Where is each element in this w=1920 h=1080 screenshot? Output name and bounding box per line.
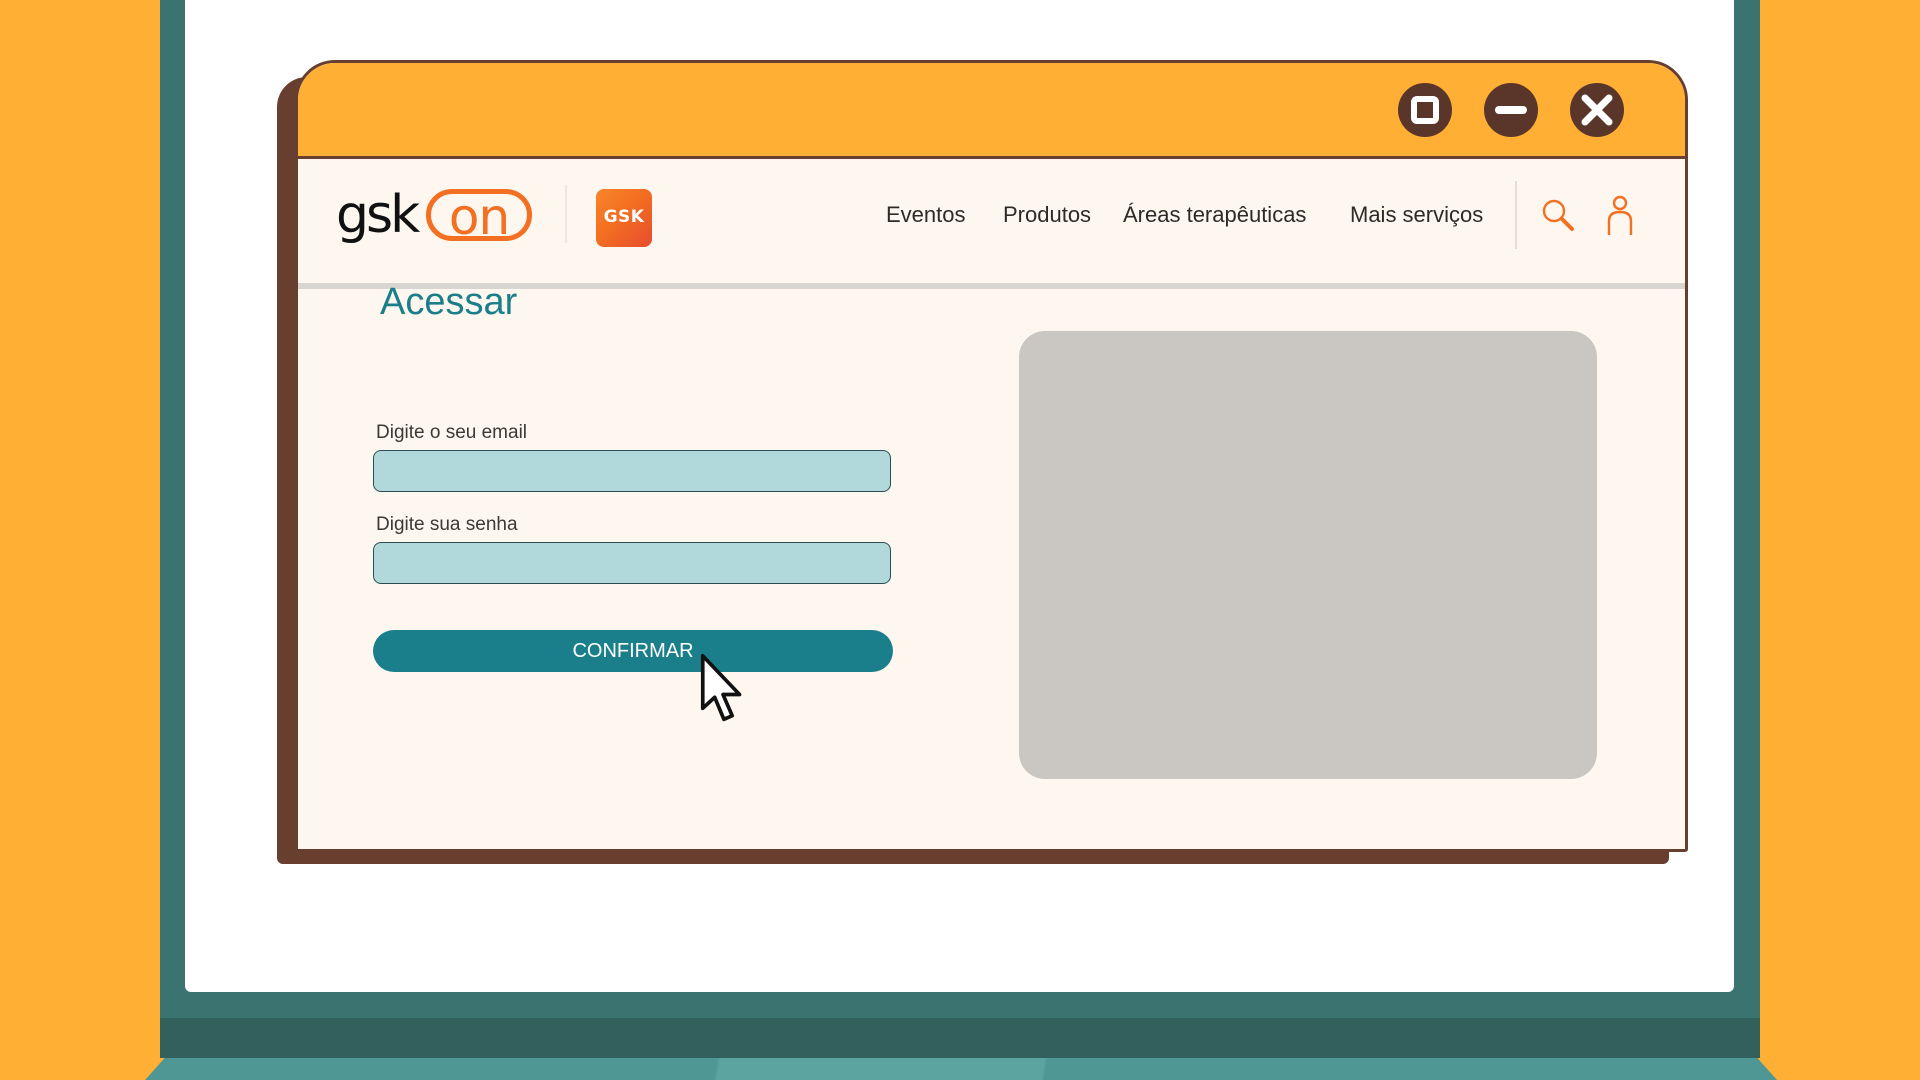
email-input[interactable] xyxy=(373,450,891,492)
content-area: Digite o seu email Digite sua senha CONF… xyxy=(295,60,1682,846)
confirm-button[interactable]: CONFIRMAR xyxy=(373,630,893,672)
password-input[interactable] xyxy=(373,542,891,584)
password-label: Digite sua senha xyxy=(376,514,518,535)
laptop-base xyxy=(145,1058,1777,1080)
image-placeholder xyxy=(1019,331,1597,779)
mouse-cursor-icon xyxy=(700,654,742,722)
laptop-hinge xyxy=(160,1018,1760,1058)
email-label: Digite o seu email xyxy=(376,422,528,443)
